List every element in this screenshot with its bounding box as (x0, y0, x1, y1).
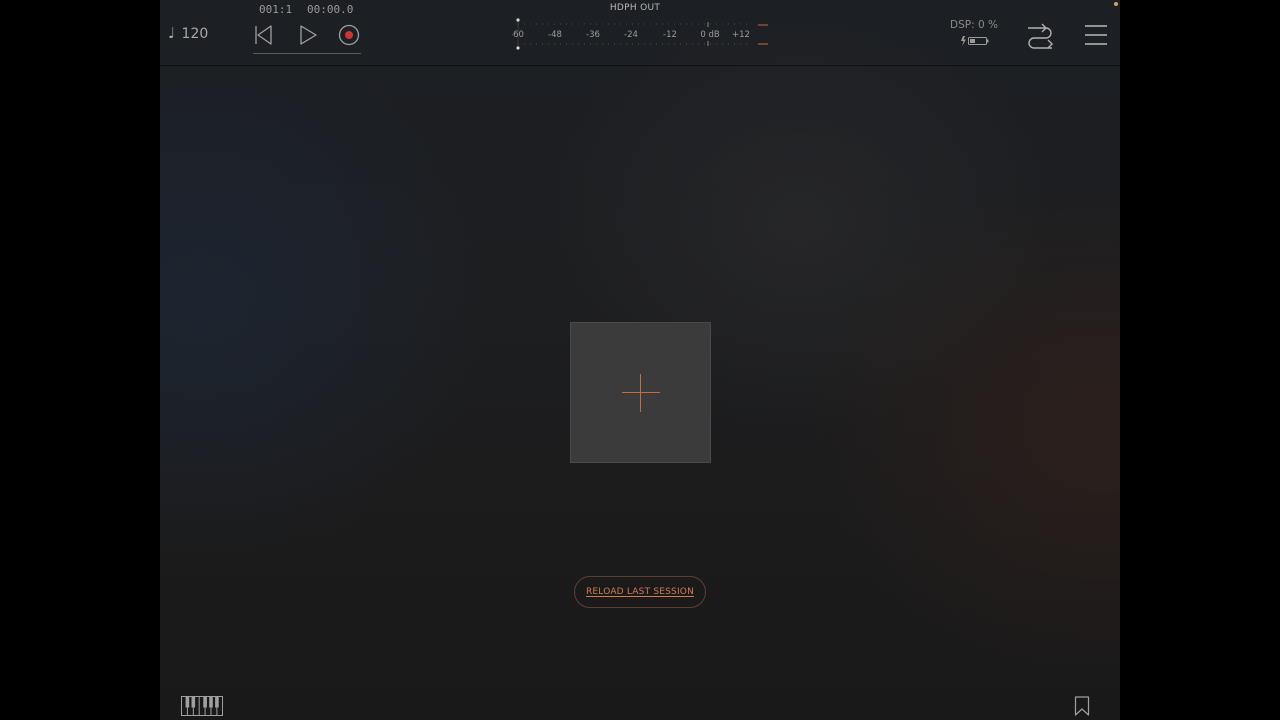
add-instrument-tile[interactable] (570, 322, 711, 463)
battery-icon (961, 36, 989, 46)
meter-label: -60 (512, 30, 524, 40)
record-icon (338, 24, 360, 46)
transport-underline (253, 53, 361, 54)
tempo-value: 120 (181, 26, 209, 42)
dsp-load: DSP: 0 % (950, 19, 998, 31)
reload-last-session-button[interactable]: RELOAD LAST SESSION (574, 576, 706, 608)
top-bar: ♩ 120 001:1 00:00.0 HDPH OUT 60 -48 -36 … (160, 0, 1120, 66)
time-position: 00:00.0 (307, 3, 354, 16)
output-meter[interactable]: -60 -48 -36 -24 -12 0 dB +12 (512, 14, 774, 54)
play-button[interactable] (295, 22, 321, 48)
record-button[interactable] (336, 22, 362, 48)
meter-title: HDPH OUT (609, 3, 661, 13)
quarter-note-icon: ♩ (168, 24, 176, 42)
meter-label: -24 (624, 30, 638, 40)
reload-label: RELOAD LAST SESSION (585, 587, 695, 597)
bar-position: 001:1 (259, 3, 293, 16)
meter-label: -12 (663, 30, 677, 40)
menu-icon[interactable] (1085, 24, 1107, 46)
tempo-display[interactable]: ♩ 120 (168, 24, 208, 42)
rewind-icon (255, 25, 272, 45)
rewind-button[interactable] (250, 22, 276, 48)
play-icon (300, 25, 317, 45)
plus-icon (622, 392, 660, 393)
meter-label: -48 (548, 30, 562, 40)
keyboard-icon[interactable] (181, 696, 223, 716)
bookmark-icon[interactable] (1074, 696, 1090, 716)
meter-label: 0 dB (700, 30, 720, 40)
status-indicator (1114, 2, 1118, 6)
plus-icon-vertical (640, 374, 641, 412)
meter-label: -36 (586, 30, 600, 40)
app-screen: ♩ 120 001:1 00:00.0 HDPH OUT 60 -48 -36 … (160, 0, 1120, 720)
routing-icon[interactable] (1026, 22, 1054, 50)
meter-label: +12 (732, 30, 750, 40)
